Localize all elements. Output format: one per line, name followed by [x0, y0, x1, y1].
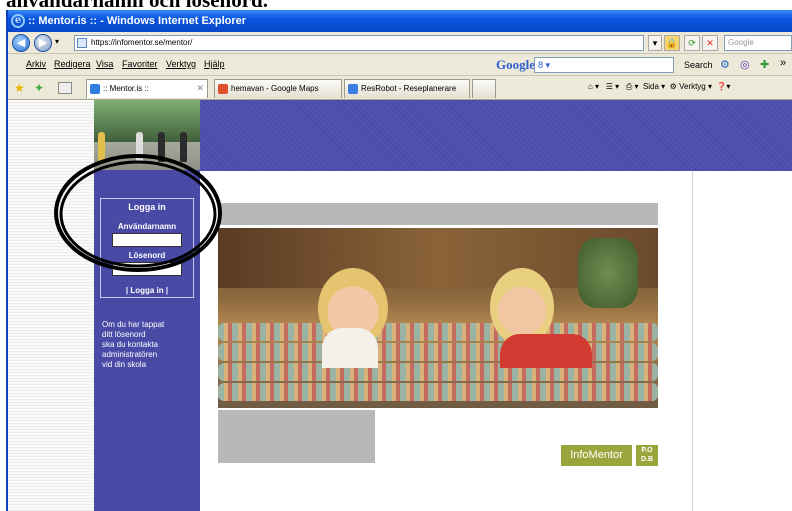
- toolbar-options-icon[interactable]: ⚙: [720, 58, 730, 71]
- home-icon[interactable]: ⌂ ▾: [588, 82, 599, 91]
- tab-label: :: Mentor.is ::: [103, 84, 149, 93]
- url-text: https://infomentor.se/mentor/: [91, 38, 193, 47]
- browser-window: e :: Mentor.is :: - Windows Internet Exp…: [6, 10, 792, 511]
- history-dropdown-icon[interactable]: ▾: [55, 37, 59, 46]
- podb-badge: P.O D.B: [636, 445, 658, 466]
- seat-row: [218, 383, 658, 401]
- favorites-star-icon[interactable]: ★: [14, 81, 25, 95]
- google-toolbar-logo: Google: [496, 57, 535, 72]
- username-field[interactable]: [112, 233, 182, 247]
- student-shirt: [500, 334, 592, 368]
- tab-resrobot[interactable]: ResRobot - Reseplanerare: [344, 79, 470, 98]
- menu-arkiv[interactable]: Arkiv: [26, 59, 46, 69]
- password-label: Lösenord: [128, 251, 166, 260]
- feeds-icon[interactable]: ☰ ▾: [606, 82, 619, 91]
- page-menu-label: Sida: [642, 82, 659, 91]
- url-dropdown-icon[interactable]: ▾: [648, 35, 662, 51]
- person-figure: [180, 132, 187, 162]
- tab-label: hemavan - Google Maps: [231, 84, 319, 93]
- back-icon[interactable]: ◀: [12, 34, 30, 52]
- sidebar: Logga in Användarnamn Lösenord | Logga i…: [94, 170, 200, 511]
- tab-bar: ★ ✦ :: Mentor.is :: ✕ hemavan - Google M…: [8, 76, 792, 100]
- quick-tabs-icon[interactable]: [58, 82, 72, 94]
- tab-mentor[interactable]: :: Mentor.is :: ✕: [86, 79, 208, 98]
- plus-icon[interactable]: ✚: [760, 58, 769, 71]
- tab-label: ResRobot - Reseplanerare: [361, 84, 457, 93]
- search-button[interactable]: Search: [684, 60, 713, 70]
- page-menu[interactable]: Sida ▾: [643, 82, 665, 91]
- forward-icon[interactable]: ▶: [34, 34, 52, 52]
- title-bar: e :: Mentor.is :: - Windows Internet Exp…: [8, 10, 792, 32]
- infomentor-logo: InfoMentor: [561, 445, 632, 466]
- help-text: Om du har tappat ditt lösenord ska du ko…: [102, 320, 165, 369]
- menu-verktyg[interactable]: Verktyg: [166, 59, 196, 69]
- window-title: :: Mentor.is :: - Windows Internet Explo…: [28, 15, 247, 27]
- login-button[interactable]: | Logga in |: [101, 286, 193, 295]
- person-figure: [98, 132, 105, 162]
- right-divider: [692, 171, 693, 511]
- plant: [578, 238, 638, 308]
- ie-page-icon: [90, 84, 100, 94]
- command-bar: ⌂ ▾ ☰ ▾ ⎙ ▾ Sida ▾ ⚙ Verktyg ▾ ❓▾: [588, 80, 730, 94]
- new-tab-button[interactable]: [472, 79, 496, 98]
- tab-google-maps[interactable]: hemavan - Google Maps: [214, 79, 342, 98]
- left-margin: [8, 100, 94, 511]
- student-shirt: [322, 328, 378, 368]
- login-box: Logga in Användarnamn Lösenord | Logga i…: [100, 198, 194, 298]
- google-search-input[interactable]: 8 ▾: [534, 57, 674, 73]
- menu-bar: Arkiv Redigera Visa Favoriter Verktyg Hj…: [8, 54, 792, 76]
- tools-menu-label: Verktyg: [679, 82, 706, 91]
- address-bar: ◀ ▶ ▾ https://infomentor.se/mentor/ ▾ 🔒 …: [8, 32, 792, 54]
- ie-logo-icon: e: [11, 14, 25, 28]
- address-input[interactable]: https://infomentor.se/mentor/: [74, 35, 644, 51]
- page-content: Logga in Användarnamn Lösenord | Logga i…: [8, 100, 792, 511]
- menu-favoriter[interactable]: Favoriter: [122, 59, 158, 69]
- password-field[interactable]: [112, 262, 182, 276]
- stop-icon[interactable]: ✕: [702, 35, 718, 51]
- gray-header-bar: [218, 203, 658, 225]
- print-icon[interactable]: ⎙ ▾: [626, 82, 639, 91]
- seat-row: [218, 343, 658, 361]
- close-tab-icon[interactable]: ✕: [196, 80, 204, 97]
- menu-hjalp[interactable]: Hjälp: [204, 59, 225, 69]
- help-icon[interactable]: ❓▾: [716, 82, 730, 91]
- lock-icon[interactable]: 🔒: [664, 35, 680, 51]
- header-photo: [94, 100, 200, 170]
- person-figure: [158, 132, 165, 162]
- page-icon: [77, 38, 87, 48]
- menu-redigera[interactable]: Redigera: [54, 59, 91, 69]
- login-title: Logga in: [128, 202, 166, 212]
- ie-page-icon: [348, 84, 358, 94]
- add-favorite-icon[interactable]: ✦: [34, 81, 44, 95]
- gray-box: [218, 410, 375, 463]
- tools-menu[interactable]: ⚙ Verktyg ▾: [670, 82, 712, 91]
- chevron-more-icon[interactable]: »: [780, 57, 786, 69]
- search-input[interactable]: Google: [724, 35, 792, 51]
- refresh-icon[interactable]: ⟳: [684, 35, 700, 51]
- username-label: Användarnamn: [117, 222, 177, 231]
- main-content: InfoMentor P.O D.B: [218, 203, 660, 469]
- seat-row: [218, 363, 658, 381]
- person-figure: [136, 132, 143, 162]
- seat-row: [218, 323, 658, 341]
- menu-visa[interactable]: Visa: [96, 59, 113, 69]
- header-banner: [200, 100, 792, 171]
- students-photo: [218, 228, 658, 408]
- spell-icon[interactable]: ◎: [740, 58, 750, 71]
- maps-icon: [218, 84, 228, 94]
